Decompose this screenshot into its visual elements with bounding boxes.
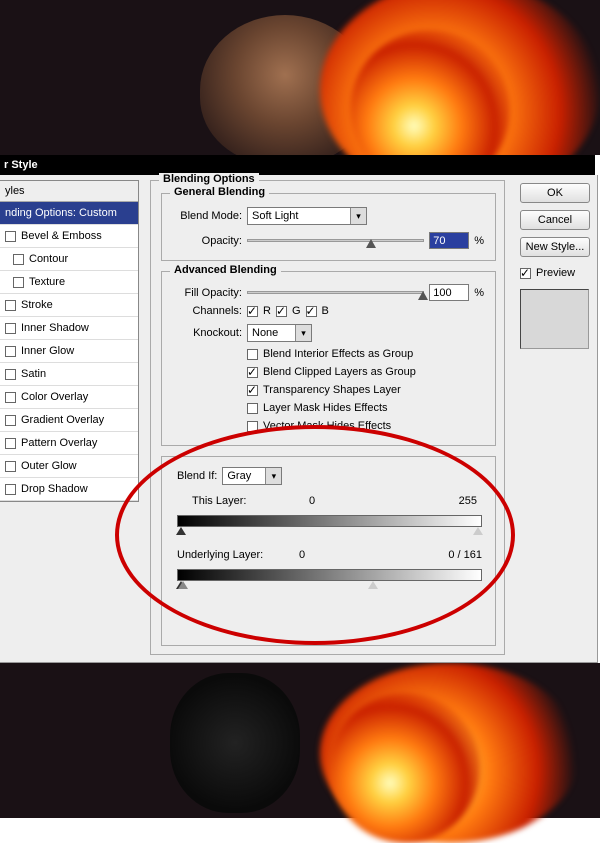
cancel-button[interactable]: Cancel xyxy=(520,210,590,230)
style-item-color-overlay[interactable]: Color Overlay xyxy=(0,386,138,409)
blend-if-label: Blend If: xyxy=(177,470,217,482)
style-item-inner-glow[interactable]: Inner Glow xyxy=(0,340,138,363)
underlying-high: 0 / 161 xyxy=(448,549,482,561)
chevron-down-icon xyxy=(265,468,281,484)
this-layer-black-stop[interactable] xyxy=(176,527,186,535)
style-item-contour[interactable]: Contour xyxy=(0,248,138,271)
style-item-inner-shadow[interactable]: Inner Shadow xyxy=(0,317,138,340)
this-layer-low: 0 xyxy=(287,495,337,507)
preview-label: Preview xyxy=(536,267,575,279)
style-item-bevel-emboss[interactable]: Bevel & Emboss xyxy=(0,225,138,248)
style-item-blending-options[interactable]: nding Options: Custom xyxy=(0,202,138,225)
chevron-down-icon xyxy=(350,208,366,224)
dialog-title: r Style xyxy=(4,159,38,171)
channel-b-checkbox[interactable] xyxy=(306,306,317,317)
channel-g-checkbox[interactable] xyxy=(276,306,287,317)
general-blending-title: General Blending xyxy=(170,186,269,198)
fill-opacity-label: Fill Opacity: xyxy=(174,287,242,299)
styles-panel: yles nding Options: Custom Bevel & Embos… xyxy=(0,180,139,502)
style-item-drop-shadow[interactable]: Drop Shadow xyxy=(0,478,138,501)
styles-header[interactable]: yles xyxy=(0,181,138,202)
new-style-button[interactable]: New Style... xyxy=(520,237,590,257)
preview-checkbox[interactable] xyxy=(520,268,531,279)
style-item-texture[interactable]: Texture xyxy=(0,271,138,294)
opacity-slider[interactable] xyxy=(247,239,424,242)
this-layer-high: 255 xyxy=(459,495,477,507)
blending-options-title: Blending Options xyxy=(159,173,259,185)
style-item-pattern-overlay[interactable]: Pattern Overlay xyxy=(0,432,138,455)
knockout-label: Knockout: xyxy=(174,327,242,339)
layer-style-dialog: yles nding Options: Custom Bevel & Embos… xyxy=(0,175,598,663)
advanced-blending-title: Advanced Blending xyxy=(170,264,281,276)
blend-if-select[interactable]: Gray xyxy=(222,467,282,485)
blend-mode-label: Blend Mode: xyxy=(174,210,242,222)
fill-opacity-slider[interactable] xyxy=(247,291,424,294)
fill-opacity-value[interactable]: 100 xyxy=(429,284,469,301)
channel-r-checkbox[interactable] xyxy=(247,306,258,317)
ok-button[interactable]: OK xyxy=(520,183,590,203)
channels-label: Channels: xyxy=(174,305,242,317)
style-item-stroke[interactable]: Stroke xyxy=(0,294,138,317)
knockout-select[interactable]: None xyxy=(247,324,312,342)
opt5-checkbox[interactable] xyxy=(247,421,258,432)
opt2-checkbox[interactable] xyxy=(247,367,258,378)
underlying-layer-gradient[interactable] xyxy=(177,569,482,581)
opt1-checkbox[interactable] xyxy=(247,349,258,360)
opacity-value[interactable]: 70 xyxy=(429,232,469,249)
style-item-gradient-overlay[interactable]: Gradient Overlay xyxy=(0,409,138,432)
this-layer-white-stop[interactable] xyxy=(473,527,483,535)
this-layer-gradient[interactable] xyxy=(177,515,482,527)
underlying-layer-label: Underlying Layer: xyxy=(177,549,277,561)
opt3-checkbox[interactable] xyxy=(247,385,258,396)
percent-label: % xyxy=(474,235,484,247)
blend-mode-select[interactable]: Soft Light xyxy=(247,207,367,225)
dialog-titlebar: r Style xyxy=(0,155,595,175)
this-layer-label: This Layer: xyxy=(192,495,282,507)
underlying-white-stop-split-a[interactable] xyxy=(178,581,188,589)
style-item-satin[interactable]: Satin xyxy=(0,363,138,386)
preview-swatch xyxy=(520,289,589,349)
percent-label: % xyxy=(474,287,484,299)
style-item-outer-glow[interactable]: Outer Glow xyxy=(0,455,138,478)
chevron-down-icon xyxy=(295,325,311,341)
opacity-label: Opacity: xyxy=(174,235,242,247)
background-image-top xyxy=(0,0,600,155)
underlying-low: 0 xyxy=(282,549,322,561)
opt4-checkbox[interactable] xyxy=(247,403,258,414)
background-image-bottom xyxy=(0,663,600,818)
underlying-white-stop-split-b[interactable] xyxy=(368,581,378,589)
